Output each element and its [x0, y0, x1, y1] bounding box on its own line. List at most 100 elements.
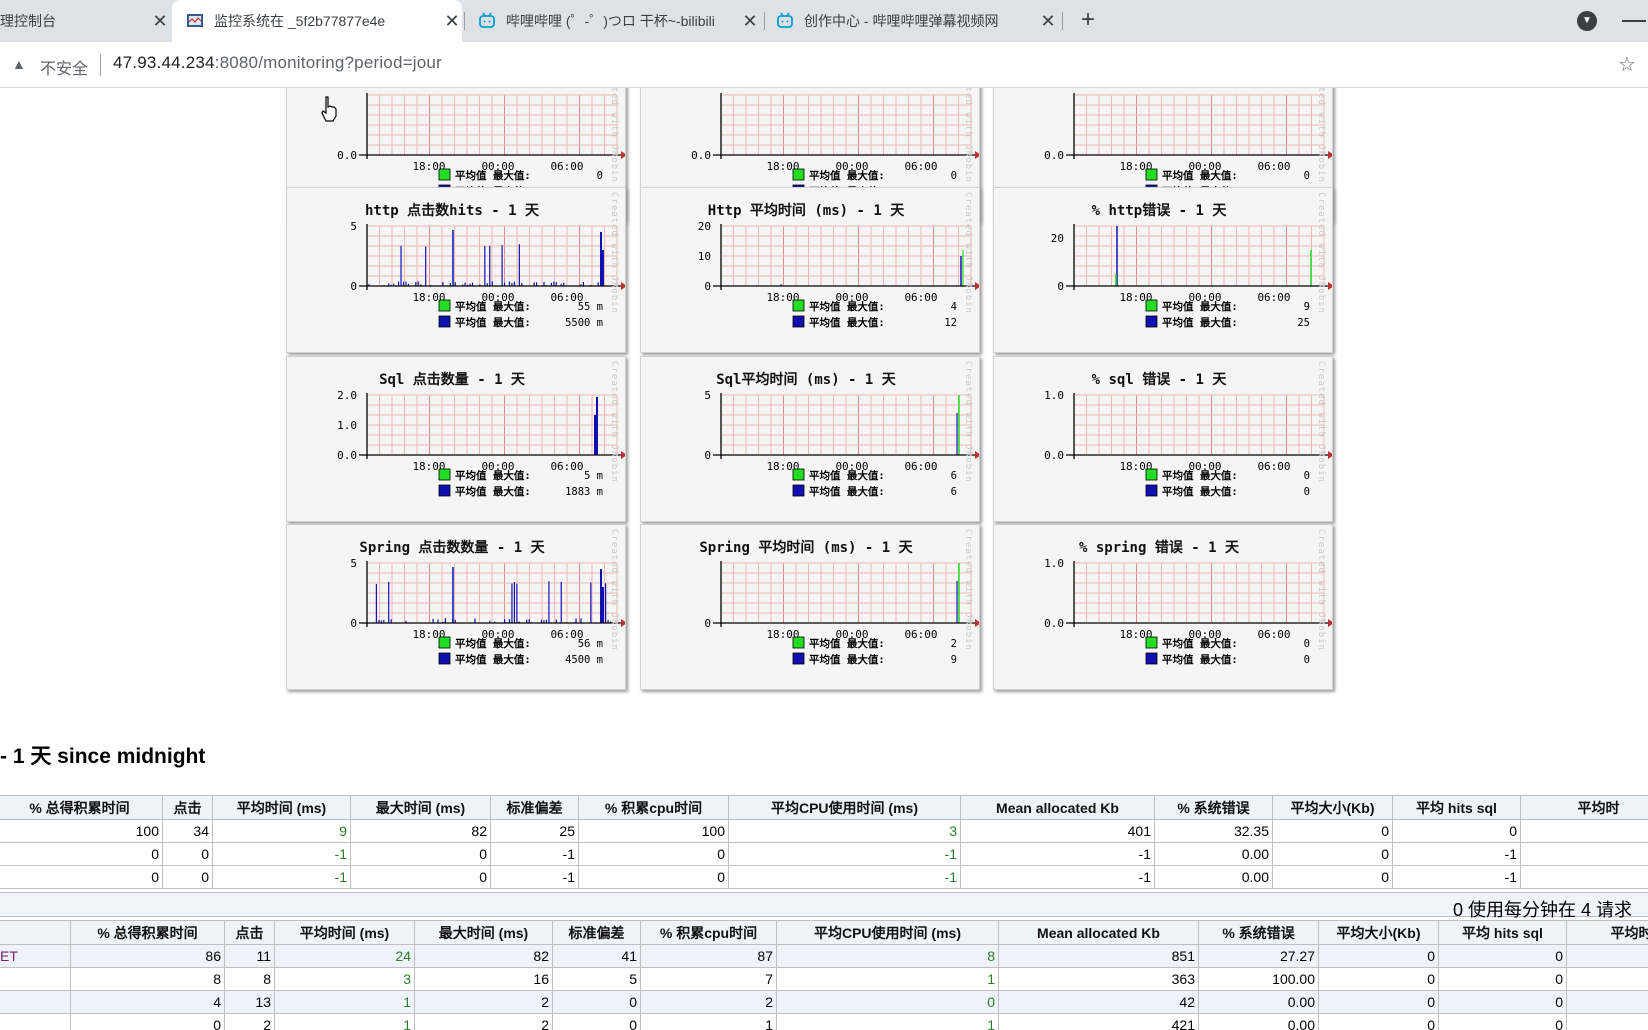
x-tick-label: 06:00: [1257, 460, 1290, 473]
stats-table-global: % 总得积累时间 点击 平均时间 (ms) 最大时间 (ms) 标准偏差% 积累cpu时…: [0, 795, 1648, 889]
table-cell: 13: [224, 990, 275, 1014]
tab-title: 监控系统在 _5f2b77877e4e: [214, 13, 386, 29]
table-header-cell[interactable]: % 总得积累时间: [70, 920, 225, 945]
table-row: 4 13 1 2 0 2 0 42 0.00 0 0: [0, 990, 1648, 1014]
table-header-cell[interactable]: % 系统错误: [1154, 795, 1273, 820]
legend-label: 平均值 最大值:: [455, 637, 531, 650]
request-link[interactable]: [0, 1013, 71, 1030]
table-header-cell[interactable]: % 系统错误: [1198, 920, 1319, 945]
chart-watermark: Created with JRobin: [609, 361, 619, 483]
table-cell: 7: [640, 967, 777, 991]
monitoring-chart[interactable]: 5 0 18:00 00:00 06:00 平均值 最大值: 56 m 平均值 最大值: 450…: [286, 524, 626, 690]
browser-tab[interactable]: 创作中心 - 哔哩哔哩弹幕视频网 ✕: [776, 0, 1058, 42]
legend-label: 平均值 最大值:: [455, 653, 531, 666]
warning-icon[interactable]: ▲: [12, 56, 26, 72]
browser-tab[interactable]: 理控制台 ✕: [0, 0, 170, 42]
request-link[interactable]: [0, 967, 71, 991]
legend-label: 平均值 最大值:: [809, 637, 885, 650]
tab-search-icon[interactable]: ▼: [1577, 11, 1597, 31]
new-tab-button[interactable]: +: [1074, 7, 1102, 35]
table-cell: 0: [552, 990, 641, 1014]
security-label[interactable]: 不安全: [40, 55, 88, 79]
table-cell: 1: [776, 1013, 999, 1030]
table-cell: 0: [1438, 944, 1567, 968]
legend-swatch: [438, 484, 451, 497]
table-cell: 0: [578, 842, 729, 866]
table-header-cell[interactable]: 点击: [224, 920, 275, 945]
axis-arrow-icon: [621, 451, 625, 459]
request-link[interactable]: [0, 990, 71, 1014]
chart-title: % sql 错误 - 1 天: [1091, 372, 1227, 388]
browser-tab-active[interactable]: 监控系统在 _5f2b77877e4e ✕: [172, 0, 462, 42]
table-header-cell[interactable]: % 总得积累时间: [0, 795, 163, 820]
table-header-cell[interactable]: 平均大小(Kb): [1272, 795, 1393, 820]
legend-label: 平均值 最大值:: [1162, 637, 1238, 650]
table-header-cell[interactable]: 标准偏差: [490, 795, 579, 820]
monitoring-chart[interactable]: 20 0 18:00 00:00 06:00 平均值 最大值: 9 平均值 最大值: 25% h…: [993, 187, 1333, 353]
legend-value: 0: [1304, 170, 1310, 182]
table-cell: 0.00: [1154, 842, 1273, 866]
close-icon[interactable]: ✕: [150, 11, 170, 32]
table-header-cell[interactable]: 点击: [162, 795, 213, 820]
table-header-cell[interactable]: Mean allocated Kb: [998, 920, 1199, 945]
table-cell: 0: [0, 842, 163, 866]
close-icon[interactable]: ✕: [1038, 11, 1058, 32]
chart-title: http 点击数hits - 1 天: [364, 203, 539, 219]
y-tick-label: 0: [704, 449, 711, 462]
chart-watermark: Created with JRobin: [609, 192, 619, 314]
browser-tab[interactable]: 哔哩哔哩 (゜-゜)つロ 干杯~-bilibili ✕: [478, 0, 760, 42]
legend-value: 1883 m: [565, 486, 603, 498]
table-header-cell[interactable]: 平均时间 (ms): [274, 920, 415, 945]
monitoring-chart[interactable]: 1.0 0.0 18:00 00:00 06:00 平均值 最大值: 0 平均值 最大值: 0%…: [993, 524, 1333, 690]
legend-value: 12: [944, 317, 957, 329]
request-link[interactable]: ET: [0, 944, 71, 968]
monitoring-chart[interactable]: 1.0 0.0 18:00 00:00 06:00 平均值 最大值: 0 平均值 最大值: 0%…: [993, 356, 1333, 522]
table-cell: 0: [1318, 1013, 1439, 1030]
legend-label: 平均值 最大值:: [809, 316, 885, 329]
chart-title: Sql 点击数量 - 1 天: [379, 372, 525, 388]
table-header-cell[interactable]: 标准偏差: [552, 920, 641, 945]
minimize-icon[interactable]: [1622, 20, 1646, 22]
monitoring-chart[interactable]: 20 10 0 18:00 00:00 06:00 平均值 最大值: 4 平均值 最大值: 12 H…: [640, 187, 980, 353]
monitoring-chart[interactable]: 5 0 18:00 00:00 06:00 平均值 最大值: 55 m 平均值 最大值: 550…: [286, 187, 626, 353]
address-bar[interactable]: ▲ 不安全 47.93.44.234:8080/monitoring?perio…: [0, 42, 1648, 88]
table-header-cell[interactable]: 平均时: [1520, 795, 1648, 820]
table-header-cell[interactable]: [0, 920, 71, 945]
table-header-cell[interactable]: 最大时间 (ms): [350, 795, 491, 820]
table-cell: 8: [776, 944, 999, 968]
close-icon[interactable]: ✕: [442, 11, 462, 32]
tab-divider: [764, 12, 765, 30]
table-cell: 0: [1272, 865, 1393, 889]
table-header-cell[interactable]: 平均CPU使用时间 (ms): [776, 920, 999, 945]
table-cell: [1520, 842, 1648, 866]
table-header-cell[interactable]: 平均 hits sql: [1392, 795, 1521, 820]
monitoring-chart[interactable]: 5 0 18:00 00:00 06:00 平均值 最大值: 6 平均值 最大值: 6 Sql平均…: [640, 356, 980, 522]
tab-title: 哔哩哔哩 (゜-゜)つロ 干杯~-bilibili: [506, 13, 715, 29]
axis-arrow-icon: [1328, 151, 1332, 159]
monitoring-chart[interactable]: 2.0 1.0 0.0 18:00 00:00 06:00 平均值 最大值: 5 m 平均值 最…: [286, 356, 626, 522]
tab-title: 创作中心 - 哔哩哔哩弹幕视频网: [804, 13, 999, 29]
table-cell: 32.35: [1154, 819, 1273, 843]
table-cell: 0: [1318, 990, 1439, 1014]
table-header-cell[interactable]: 平均时间 (ms): [212, 795, 351, 820]
section-title: - 1 天 since midnight: [0, 745, 206, 768]
table-header-cell[interactable]: 平均时: [1566, 920, 1648, 945]
table-header-cell[interactable]: 平均 hits sql: [1438, 920, 1567, 945]
chart-title: % http错误 - 1 天: [1091, 203, 1227, 219]
legend-swatch: [1145, 168, 1158, 181]
bookmark-star-icon[interactable]: ☆: [1618, 52, 1636, 77]
table-header-cell[interactable]: Mean allocated Kb: [960, 795, 1155, 820]
table-header-cell[interactable]: 最大时间 (ms): [414, 920, 553, 945]
table-header-cell[interactable]: % 积累cpu时间: [578, 795, 729, 820]
monitoring-chart[interactable]: 0 18:00 00:00 06:00 平均值 最大值: 2 平均值 最大值: 9 Spring…: [640, 524, 980, 690]
table-row: 100 34 9 82 25 100 3 401 32.35 0 0: [0, 819, 1648, 843]
close-icon[interactable]: ✕: [740, 11, 760, 32]
url-input[interactable]: 47.93.44.234:8080/monitoring?period=jour: [113, 53, 442, 73]
table-cell: 86: [70, 944, 225, 968]
table-cell: [1566, 967, 1648, 991]
table-header-cell[interactable]: % 积累cpu时间: [640, 920, 777, 945]
legend-swatch: [792, 299, 805, 312]
table-header-cell[interactable]: 平均CPU使用时间 (ms): [728, 795, 961, 820]
table-header-cell[interactable]: 平均大小(Kb): [1318, 920, 1439, 945]
tab-title: 理控制台: [0, 13, 56, 29]
